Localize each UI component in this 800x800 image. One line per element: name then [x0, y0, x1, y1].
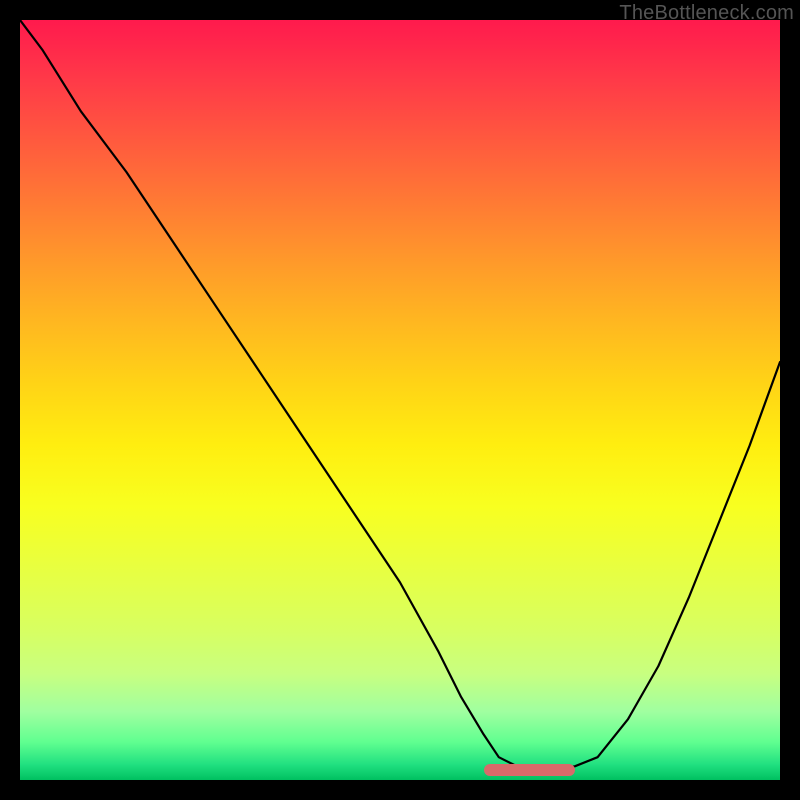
- optimum-marker: [484, 764, 575, 776]
- plot-area: [20, 20, 780, 780]
- watermark-text: TheBottleneck.com: [619, 2, 794, 25]
- chart-frame: TheBottleneck.com: [0, 0, 800, 800]
- bottleneck-curve: [20, 20, 780, 769]
- curve-svg: [20, 20, 780, 780]
